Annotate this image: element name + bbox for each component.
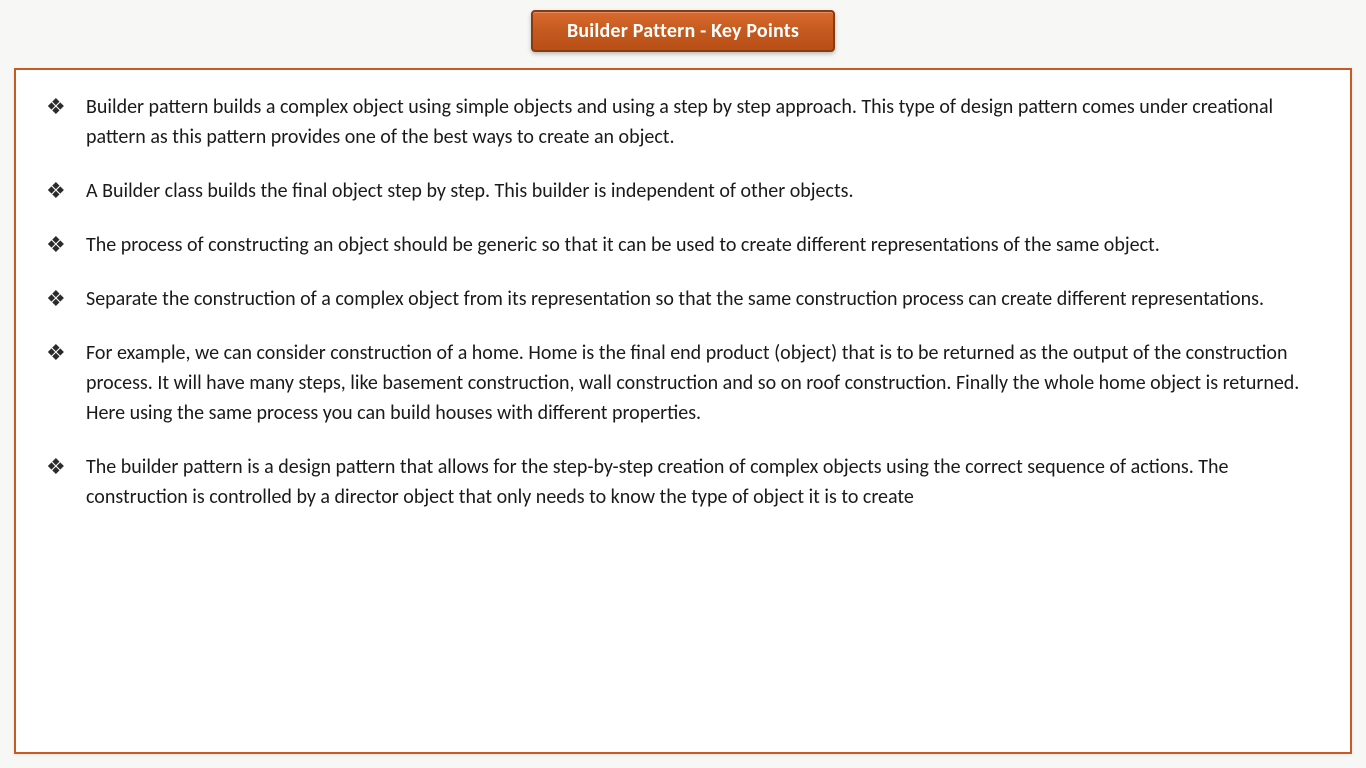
key-points-list: Builder pattern builds a complex object … [46, 92, 1320, 512]
slide-page: Builder Pattern - Key Points Builder pat… [0, 0, 1366, 768]
slide-title: Builder Pattern - Key Points [567, 19, 799, 43]
list-item: Builder pattern builds a complex object … [46, 92, 1320, 152]
list-item: The builder pattern is a design pattern … [46, 452, 1320, 512]
list-item: Separate the construction of a complex o… [46, 284, 1320, 314]
list-item: The process of constructing an object sh… [46, 230, 1320, 260]
list-item: A Builder class builds the final object … [46, 176, 1320, 206]
list-item: For example, we can consider constructio… [46, 338, 1320, 428]
title-box: Builder Pattern - Key Points [531, 10, 835, 52]
content-box: Builder pattern builds a complex object … [14, 68, 1352, 754]
